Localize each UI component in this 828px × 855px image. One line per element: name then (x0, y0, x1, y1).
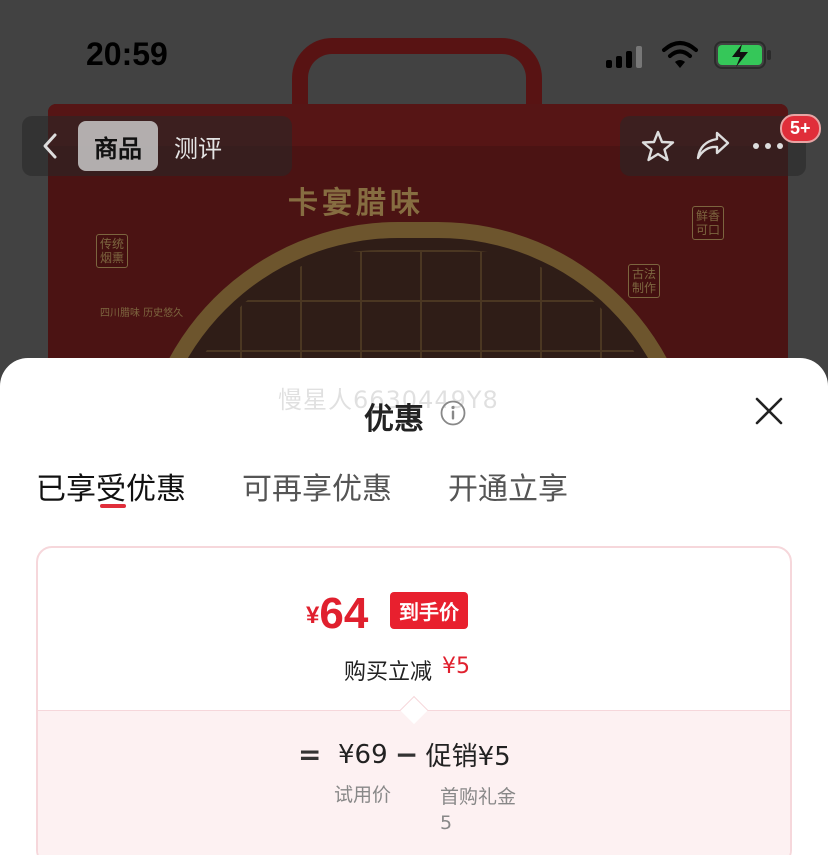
tab-product[interactable]: 商品 (78, 121, 158, 171)
favorite-button[interactable] (638, 126, 678, 166)
equals-sign: = (298, 738, 322, 771)
tab-activate-discounts[interactable]: 开通立享 (448, 464, 568, 508)
chevron-left-icon (43, 133, 57, 159)
minus-sign: − (394, 738, 419, 771)
back-button[interactable] (22, 116, 78, 176)
active-tab-indicator (100, 504, 126, 508)
cellular-signal-icon (606, 44, 642, 68)
top-nav-right (620, 116, 806, 176)
close-icon[interactable] (752, 394, 786, 428)
final-price: ¥ 64 (306, 592, 368, 636)
currency-symbol: ¥ (306, 602, 320, 629)
info-icon[interactable] (440, 400, 466, 426)
sheet-title: 优惠 (364, 402, 424, 437)
notification-badge: 5+ (780, 114, 821, 143)
final-price-value: 64 (319, 589, 369, 638)
status-time: 20:59 (86, 36, 168, 72)
base-price-label: 试用价 (334, 784, 392, 806)
instant-discount-line: 购买立减 ¥5 (344, 654, 470, 686)
instant-discount-label: 购买立减 (344, 660, 433, 685)
price-breakdown (38, 710, 790, 855)
battery-charging-icon (714, 41, 771, 69)
tab-more-discounts[interactable]: 可再享优惠 (242, 464, 392, 508)
price-formula: = ¥69 − 促销¥5 (298, 736, 511, 773)
promo-discount: 促销¥5 (425, 742, 511, 772)
discount-tabs: 已享受优惠 可再享优惠 开通立享 (36, 464, 568, 508)
more-icon (753, 143, 784, 149)
final-price-tag: 到手价 (390, 592, 468, 629)
share-button[interactable] (693, 126, 733, 166)
promo-discount-label: 首购礼金 5 (440, 786, 517, 834)
discount-card: ¥ 64 到手价 购买立减 ¥5 = ¥69 − 促销¥5 试用价 首购礼金 5 (36, 546, 792, 855)
tab-enjoyed-discounts[interactable]: 已享受优惠 (36, 464, 186, 508)
top-nav-left: 商品 测评 (22, 116, 292, 176)
share-icon (696, 131, 730, 160)
wifi-icon (662, 41, 698, 68)
tab-review[interactable]: 测评 (158, 121, 238, 171)
star-icon (641, 130, 674, 162)
instant-discount-amount: ¥5 (442, 654, 471, 679)
base-price: ¥69 (338, 739, 388, 770)
